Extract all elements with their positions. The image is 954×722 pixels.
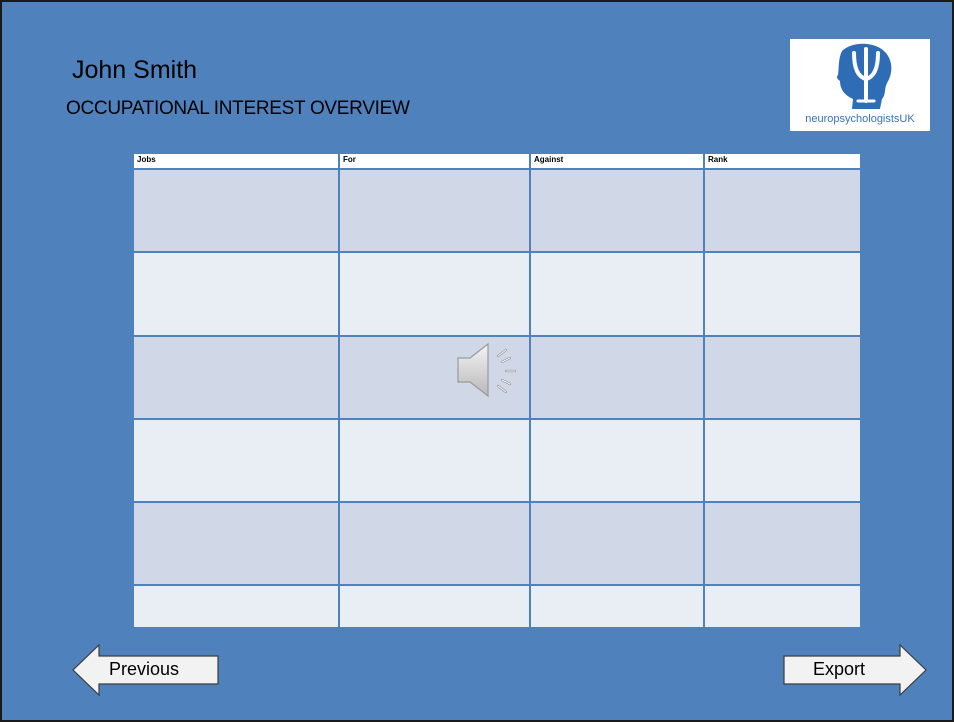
table-cell[interactable] [134, 418, 340, 504]
table-cell[interactable] [134, 502, 340, 587]
table-header-row: Jobs For Against Rank [134, 154, 860, 170]
table-cell[interactable] [704, 502, 860, 587]
column-header-jobs: Jobs [134, 154, 340, 170]
table-row [134, 418, 860, 504]
table-row [134, 502, 860, 587]
slide: John Smith OCCUPATIONAL INTEREST OVERVIE… [0, 0, 954, 722]
speaker-icon[interactable] [454, 338, 530, 402]
table-cell[interactable] [530, 169, 705, 254]
table-cell[interactable] [339, 169, 531, 254]
table-cell[interactable] [530, 335, 705, 420]
table-row [134, 585, 860, 627]
export-button-label: Export [813, 659, 866, 679]
logo: neuropsychologistsUK [790, 39, 930, 131]
table-row [134, 169, 860, 254]
table-cell[interactable] [530, 252, 705, 337]
table-cell[interactable] [134, 335, 340, 420]
column-header-for: For [339, 154, 531, 170]
table-cell[interactable] [704, 335, 860, 420]
previous-button[interactable]: Previous [72, 644, 222, 696]
column-header-rank: Rank [704, 154, 860, 170]
person-name: John Smith [72, 56, 198, 84]
table-cell[interactable] [530, 585, 705, 627]
table-cell[interactable] [339, 502, 531, 587]
table-cell[interactable] [704, 418, 860, 504]
table-cell[interactable] [530, 502, 705, 587]
table-cell[interactable] [704, 585, 860, 627]
table-cell[interactable] [134, 252, 340, 337]
table-row [134, 252, 860, 337]
table-cell[interactable] [339, 585, 531, 627]
table-cell[interactable] [530, 418, 705, 504]
logo-text: neuropsychologistsUK [805, 113, 915, 125]
table-cell[interactable] [704, 252, 860, 337]
previous-button-label: Previous [109, 659, 180, 679]
table-cell[interactable] [339, 418, 531, 504]
slide-subtitle: OCCUPATIONAL INTEREST OVERVIEW [66, 98, 410, 119]
psi-head-icon [836, 43, 892, 109]
table-cell[interactable] [339, 252, 531, 337]
table-cell[interactable] [134, 169, 340, 254]
table-cell[interactable] [704, 169, 860, 254]
export-button[interactable]: Export [782, 644, 928, 696]
column-header-against: Against [530, 154, 705, 170]
table-cell[interactable] [134, 585, 340, 627]
